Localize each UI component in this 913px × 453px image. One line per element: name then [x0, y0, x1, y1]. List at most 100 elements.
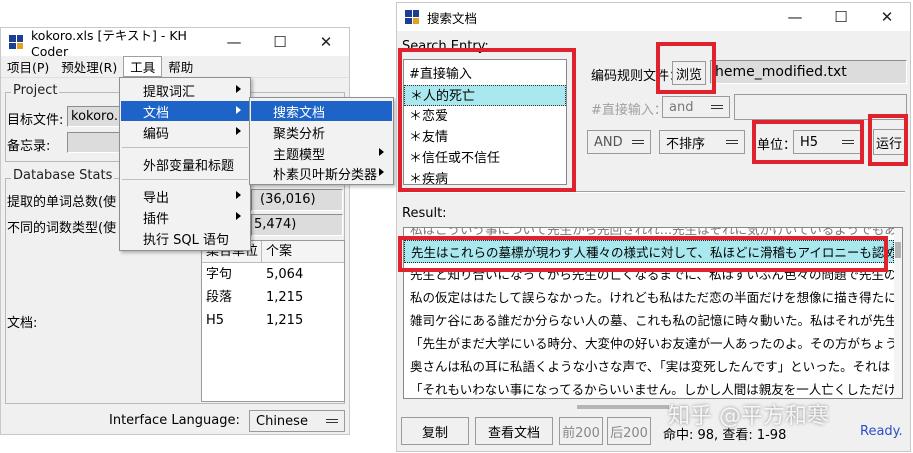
main-menu-bar: 项目(P) 预处理(R) 工具 帮助	[1, 56, 349, 78]
table-row[interactable]: H5 1,215	[202, 309, 344, 332]
database-stats-legend: Database Stats	[11, 168, 115, 183]
maximize-icon[interactable]: ☐	[257, 28, 303, 56]
vertical-scrollbar[interactable]	[894, 228, 902, 398]
menu-item-topic-model[interactable]: 主题模型	[251, 143, 392, 163]
horizontal-scrollbar[interactable]	[577, 405, 669, 409]
target-file-label: 目标文件:	[7, 113, 64, 128]
menu-help[interactable]: 帮助	[162, 57, 199, 76]
table-cell-unit: 字句	[206, 267, 233, 282]
submenu-arrow-icon	[236, 85, 241, 93]
units-table: 集合单位 个案 字句 5,064 段落 1,215 H5 1,215	[201, 240, 345, 402]
next-200-button[interactable]: 后200	[607, 417, 651, 445]
menu-item-cluster-analysis[interactable]: 聚类分析	[251, 122, 392, 142]
menu-separator	[122, 147, 248, 148]
menu-item-search-documents[interactable]: 搜索文档	[251, 101, 392, 121]
result-item[interactable]: 雑司ケ谷にある誰だか分らない人の墓、これも私の記憶に時々動いた。私はそれが先生と…	[404, 309, 894, 332]
result-item[interactable]: 「先生がまだ大学にいる時分、大変仲の好いお友達が一人あったのよ。その方がちょうど…	[404, 332, 894, 355]
menu-item-naive-bayes[interactable]: 朴素贝叶斯分类器	[251, 163, 392, 183]
direct-input-and-value: and	[669, 99, 694, 115]
result-label: Result:	[402, 206, 447, 221]
submenu-arrow-icon	[236, 191, 241, 199]
status-text: Ready.	[860, 424, 903, 439]
table-header-cases[interactable]: 个案	[262, 241, 344, 262]
menu-item-coding[interactable]: 编码	[121, 122, 249, 142]
documents-label: 文档:	[7, 316, 38, 331]
sort-mode-value: 不排序	[666, 136, 706, 152]
direct-input-label: #直接输入：	[591, 103, 667, 118]
menu-item-documents[interactable]: 文档	[121, 101, 249, 121]
submenu-arrow-icon	[379, 148, 384, 156]
menu-item-label: 聚类分析	[273, 126, 326, 142]
previous-200-button[interactable]: 前200	[559, 417, 603, 445]
close-icon[interactable]: ✕	[864, 3, 910, 31]
menu-item-label: 外部变量和标题	[143, 158, 235, 174]
menu-item-external-vars[interactable]: 外部变量和标题	[121, 154, 249, 174]
table-cell-cases: 5,064	[266, 267, 304, 282]
annotation-browse-button	[656, 42, 716, 94]
menu-item-label: 提取词汇	[143, 84, 196, 100]
memo-field[interactable]	[67, 132, 125, 153]
submenu-arrow-icon	[236, 127, 241, 135]
menu-item-label: 主题模型	[273, 147, 326, 163]
dropdown-arrow-icon	[326, 419, 338, 423]
app-icon	[405, 10, 419, 24]
target-file-value: kokoro.	[71, 109, 118, 124]
logic-mode-select[interactable]: AND	[587, 130, 651, 154]
interface-language-label: Interface Language:	[109, 413, 240, 428]
minimize-icon[interactable]: —	[772, 3, 818, 31]
submenu-arrow-icon	[236, 212, 241, 220]
target-file-field: kokoro.	[67, 106, 125, 127]
sort-mode-select[interactable]: 不排序	[659, 130, 745, 154]
stat-value-total-words-field: (36,016)	[251, 189, 343, 211]
menu-item-plugins[interactable]: 插件	[121, 207, 249, 227]
coding-rule-file-field: heme_modified.txt	[710, 60, 907, 84]
submenu-arrow-icon	[236, 106, 241, 114]
memo-label: 备忘录:	[7, 139, 51, 154]
dropdown-arrow-icon	[726, 140, 738, 144]
dropdown-arrow-icon	[632, 140, 644, 144]
result-item[interactable]: 奥さんは私の耳に私語くような小さな声で、「実は変死したんです」といった。それは「…	[404, 355, 894, 378]
interface-language-select[interactable]: Chinese	[249, 410, 345, 432]
tools-menu: 提取词汇 文档 编码 外部变量和标题 导出 插件 执行 SQL 语句	[119, 77, 251, 251]
stat-value-word-types: 5,474)	[254, 217, 297, 232]
watermark: 知乎 @平方和寒	[668, 404, 829, 429]
coding-rule-file-value: heme_modified.txt	[715, 64, 847, 80]
result-item[interactable]: 「それもいわない事になってるからいいません。しかし人間は親友を一人亡くしただけで…	[404, 378, 894, 398]
menu-item-label: 搜索文档	[273, 105, 326, 121]
stat-value-total-words: (36,016)	[260, 192, 316, 207]
project-legend: Project	[11, 83, 60, 98]
table-row[interactable]: 字句 5,064	[202, 263, 344, 286]
maximize-icon[interactable]: ☐	[818, 3, 864, 31]
table-cell-unit: 段落	[206, 290, 233, 305]
scrollbar-thumb[interactable]	[895, 242, 901, 258]
menu-tools[interactable]: 工具	[123, 56, 163, 77]
menu-item-extract-words[interactable]: 提取词汇	[121, 80, 249, 100]
menu-item-label: 插件	[143, 211, 170, 227]
result-item[interactable]: 私の仮定ははたして誤らなかった。けれども私はただ恋の半面だけを想像に描き得たに過…	[404, 286, 894, 309]
logic-mode-value: AND	[594, 134, 623, 150]
app-icon	[9, 35, 23, 49]
menu-project[interactable]: 项目(P)	[1, 57, 55, 76]
menu-item-export[interactable]: 导出	[121, 186, 249, 206]
main-title-bar: kokoro.xls [テキスト] - KH Coder — ☐ ✕	[1, 28, 349, 59]
copy-button[interactable]: 复制	[401, 417, 469, 445]
annotation-run-button	[868, 114, 908, 166]
table-cell-cases: 1,215	[266, 313, 304, 328]
direct-input-and-select[interactable]: and	[662, 96, 730, 118]
view-document-button[interactable]: 查看文档	[475, 417, 553, 445]
close-icon[interactable]: ✕	[303, 28, 349, 56]
search-window-title: 搜索文档	[427, 10, 478, 26]
menu-item-sql[interactable]: 执行 SQL 语句	[121, 228, 249, 248]
menu-separator	[122, 179, 248, 180]
table-row[interactable]: 段落 1,215	[202, 286, 344, 309]
search-title-bar: 搜索文档 — ☐ ✕	[397, 3, 910, 31]
menu-item-label: 朴素贝叶斯分类器	[273, 167, 378, 183]
menu-item-label: 执行 SQL 语句	[143, 232, 229, 248]
menu-item-label: 编码	[143, 126, 170, 142]
annotation-entry-list	[398, 48, 576, 192]
menu-item-label: 导出	[143, 190, 170, 206]
annotation-selected-result	[398, 236, 888, 272]
minimize-icon[interactable]: —	[211, 28, 257, 56]
menu-item-label: 文档	[143, 105, 170, 121]
menu-preprocess[interactable]: 预处理(R)	[55, 57, 123, 76]
